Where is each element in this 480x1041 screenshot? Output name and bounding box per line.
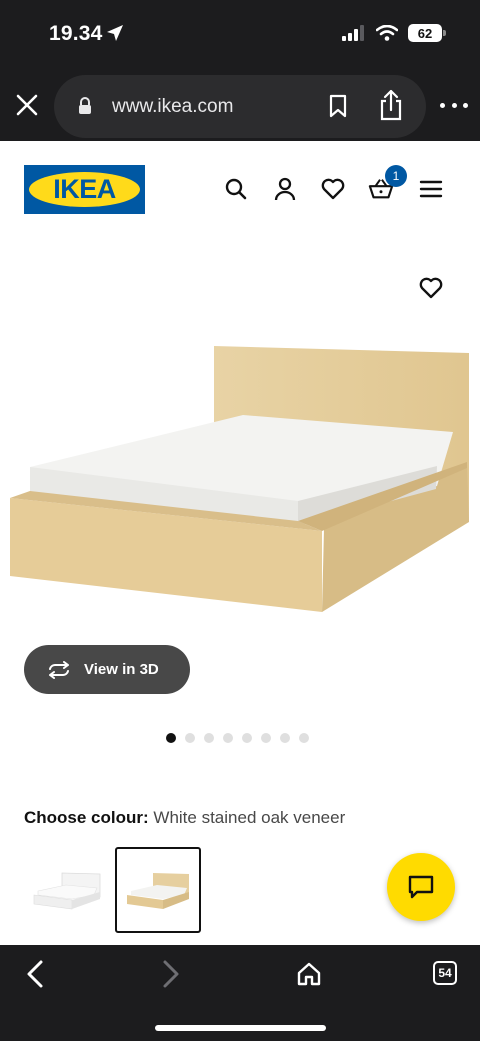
carousel-pagination <box>166 733 309 743</box>
add-to-wishlist-icon[interactable] <box>418 275 444 301</box>
bed-image <box>10 346 469 612</box>
colour-selection-label: Choose colour: White stained oak veneer <box>24 808 345 828</box>
profile-icon[interactable] <box>272 176 298 202</box>
colour-label: Choose colour: <box>24 808 149 827</box>
tabs-button[interactable]: 54 <box>433 961 457 985</box>
close-icon[interactable] <box>14 92 40 118</box>
battery-indicator: 62 <box>408 24 446 42</box>
carousel-dot[interactable] <box>280 733 290 743</box>
logo-text: IKEA <box>53 174 116 204</box>
browser-bar: www.ikea.com <box>0 70 480 141</box>
ikea-logo[interactable]: IKEA <box>24 165 145 214</box>
browser-bottom-toolbar: 54 <box>0 945 480 1041</box>
carousel-dot[interactable] <box>166 733 176 743</box>
lock-icon <box>79 97 91 114</box>
site-header: IKEA 1 <box>0 141 480 241</box>
share-icon[interactable] <box>378 89 404 121</box>
colour-value: White stained oak veneer <box>153 808 346 827</box>
carousel-dot[interactable] <box>185 733 195 743</box>
oak-bed-thumbnail <box>127 873 189 909</box>
url-text: www.ikea.com <box>112 96 234 117</box>
colour-swatch-white[interactable] <box>24 847 110 933</box>
carousel-dot[interactable] <box>299 733 309 743</box>
wifi-icon <box>376 25 398 41</box>
carousel-dot[interactable] <box>223 733 233 743</box>
heart-icon[interactable] <box>320 176 346 202</box>
search-icon[interactable] <box>223 176 249 202</box>
status-indicators: 62 <box>342 24 446 42</box>
home-icon[interactable] <box>296 961 322 987</box>
view-in-3d-label: View in 3D <box>84 661 159 678</box>
more-options-button[interactable] <box>440 98 468 112</box>
colour-swatch-white-stained-oak[interactable] <box>115 847 201 933</box>
forward-icon[interactable] <box>160 959 182 989</box>
back-icon[interactable] <box>24 959 46 989</box>
view-in-3d-button[interactable]: View in 3D <box>24 645 190 694</box>
carousel-dot[interactable] <box>242 733 252 743</box>
signal-icon <box>342 25 364 41</box>
carousel-dot[interactable] <box>261 733 271 743</box>
menu-icon[interactable] <box>418 176 444 202</box>
address-bar[interactable]: www.ikea.com <box>54 75 426 138</box>
carousel-dot[interactable] <box>204 733 214 743</box>
status-bar: 19.34 62 <box>0 0 480 70</box>
product-image-carousel[interactable] <box>0 241 480 661</box>
status-time: 19.34 <box>49 22 103 45</box>
rotate-3d-icon <box>49 660 69 679</box>
chat-icon <box>408 875 434 899</box>
location-arrow-icon <box>107 25 123 41</box>
home-indicator <box>155 1025 326 1031</box>
bookmark-icon[interactable] <box>328 94 348 118</box>
white-bed-thumbnail <box>33 872 101 910</box>
cart-count-badge: 1 <box>385 165 407 187</box>
chat-button[interactable] <box>387 853 455 921</box>
